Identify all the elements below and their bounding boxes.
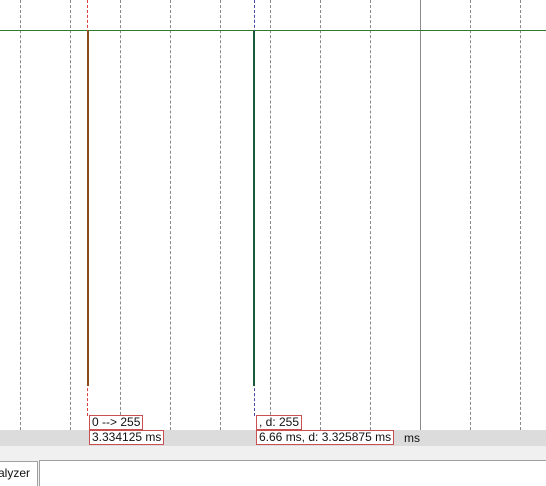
grid-line xyxy=(520,0,521,430)
tab-analyzer[interactable]: alyzer xyxy=(0,461,38,486)
grid-line xyxy=(320,0,321,430)
cursor-b-value-label: , d: 255 xyxy=(256,415,303,430)
signal-edge-a xyxy=(87,31,89,386)
cursor-a-time-label: 3.334125 ms xyxy=(89,430,165,445)
grid-line xyxy=(370,0,371,430)
time-axis-unit: ms xyxy=(404,431,420,445)
grid-line xyxy=(120,0,121,430)
analyzer-panel-content xyxy=(39,460,546,486)
grid-line xyxy=(270,0,271,430)
cursor-b-time-label: 6.66 ms, d: 3.325875 ms xyxy=(256,430,395,445)
grid-line xyxy=(220,0,221,430)
grid-line xyxy=(170,0,171,430)
grid-line xyxy=(20,0,21,430)
grid-line xyxy=(470,0,471,430)
grid-line xyxy=(70,0,71,430)
grid-line-major xyxy=(420,0,421,430)
waveform-plot-area[interactable] xyxy=(0,0,546,430)
signal-trace-high xyxy=(0,30,546,31)
logic-analyzer-window: ms 0 --> 255 , d: 255 3.334125 ms 6.66 m… xyxy=(0,0,546,486)
signal-edge-b xyxy=(253,31,255,386)
cursor-a-value-label: 0 --> 255 xyxy=(89,415,144,430)
tab-label: alyzer xyxy=(0,466,30,480)
